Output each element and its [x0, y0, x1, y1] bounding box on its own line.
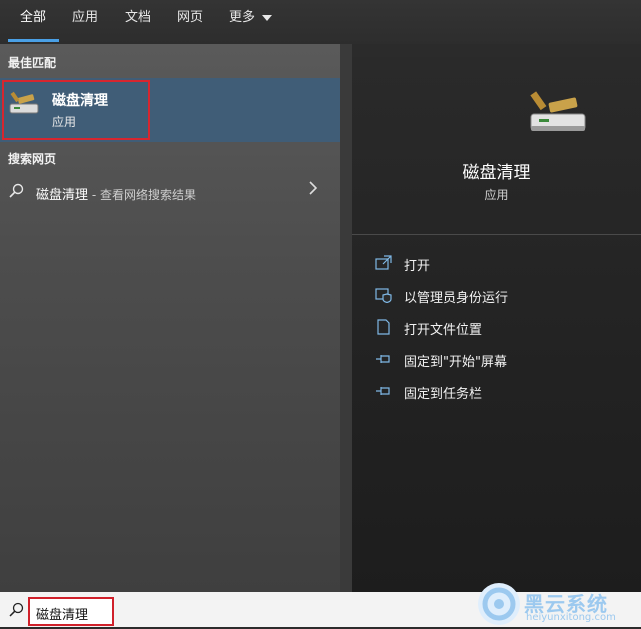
watermark-logo [478, 583, 520, 625]
tab-documents[interactable]: 文档 [125, 0, 151, 44]
pin-icon [376, 355, 390, 363]
panel-divider [340, 44, 352, 592]
section-best-match-heading: 最佳匹配 [8, 56, 57, 70]
file-location-icon [377, 319, 390, 335]
pin-icon [376, 387, 390, 395]
best-match-subtitle: 应用 [52, 115, 77, 129]
search-input-value: 磁盘清理 [36, 608, 89, 623]
disk-cleanup-large-icon [530, 91, 586, 131]
tab-more-label: 更多 [229, 10, 256, 25]
action-open-file-location[interactable]: 打开文件位置 [404, 319, 482, 338]
admin-shield-icon [375, 288, 392, 303]
search-icon [9, 183, 24, 198]
preview-divider [352, 234, 641, 235]
disk-cleanup-icon [9, 91, 39, 114]
preview-title: 磁盘清理 [462, 163, 531, 183]
preview-subtitle: 应用 [484, 188, 509, 202]
tab-all[interactable]: 全部 [20, 0, 46, 44]
web-search-text: 磁盘清理 - 查看网络搜索结果 [36, 184, 196, 203]
search-icon [9, 602, 24, 617]
action-pin-to-start[interactable]: 固定到"开始"屏幕 [404, 351, 507, 370]
best-match-title: 磁盘清理 [52, 93, 108, 109]
section-web-search-heading: 搜索网页 [8, 152, 57, 166]
web-search-query: 磁盘清理 [36, 188, 89, 203]
action-open[interactable]: 打开 [404, 255, 430, 274]
active-tab-indicator [8, 39, 59, 42]
chevron-right-icon[interactable] [309, 181, 317, 195]
tab-apps[interactable]: 应用 [72, 0, 98, 44]
watermark-url: heiyunxitong.com [526, 612, 616, 623]
tab-web[interactable]: 网页 [177, 0, 203, 44]
preview-panel [352, 57, 641, 592]
tab-more[interactable]: 更多 [229, 0, 273, 44]
chevron-down-icon [262, 14, 273, 21]
action-run-as-admin[interactable]: 以管理员身份运行 [404, 287, 508, 306]
action-pin-to-taskbar[interactable]: 固定到任务栏 [404, 383, 482, 402]
search-scope-tabs: 全部 应用 文档 网页 更多 [0, 0, 641, 44]
open-icon [375, 255, 392, 270]
web-search-suffix: - 查看网络搜索结果 [88, 188, 196, 202]
